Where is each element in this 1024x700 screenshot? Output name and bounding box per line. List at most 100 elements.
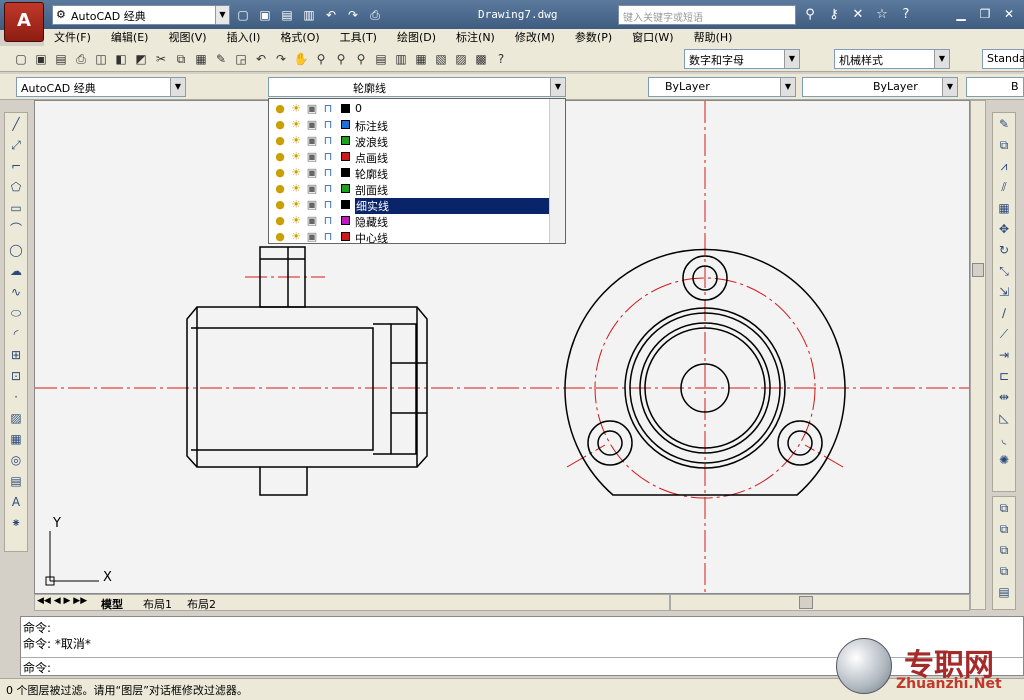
mirror-icon[interactable]: ⩘ xyxy=(994,156,1014,176)
text-front-icon[interactable]: ▤ xyxy=(994,582,1014,602)
menu-window[interactable]: 窗口(W) xyxy=(622,29,683,46)
lock-icon[interactable]: ⊓ xyxy=(321,118,335,132)
vertical-scrollbar[interactable] xyxy=(970,100,986,610)
table-style-select[interactable]: Standa xyxy=(982,49,1024,69)
sun-icon[interactable]: ☀ xyxy=(289,102,303,116)
gradient-icon[interactable]: ▦ xyxy=(6,429,26,449)
horizontal-scrollbar[interactable] xyxy=(670,594,970,611)
rectangle-icon[interactable]: ▭ xyxy=(6,198,26,218)
help-icon[interactable]: ? xyxy=(896,6,916,24)
layer-row[interactable]: ● ☀ ▣ ⊓ 波浪线 xyxy=(269,133,549,149)
region-icon[interactable]: ◎ xyxy=(6,450,26,470)
lock-icon[interactable]: ⊓ xyxy=(321,214,335,228)
tool-palettes-icon[interactable]: ▦ xyxy=(412,50,430,68)
mtext-icon[interactable]: A xyxy=(6,492,26,512)
lightbulb-icon[interactable]: ● xyxy=(273,150,287,164)
autocad-logo[interactable]: A xyxy=(4,2,44,42)
command-prompt[interactable]: 命令: xyxy=(23,659,51,676)
join-icon[interactable]: ⇹ xyxy=(994,387,1014,407)
menu-edit[interactable]: 编辑(E) xyxy=(101,29,159,46)
array-icon[interactable]: ▦ xyxy=(994,198,1014,218)
markup-icon[interactable]: ▨ xyxy=(452,50,470,68)
menu-modify[interactable]: 修改(M) xyxy=(505,29,565,46)
layer-row[interactable]: ● ☀ ▣ ⊓ 标注线 xyxy=(269,117,549,133)
tab-layout1[interactable]: 布局1 xyxy=(139,596,176,612)
text-style-select[interactable]: 数字和字母 ▼ xyxy=(684,49,800,69)
new-file-icon[interactable]: ▢ xyxy=(234,6,252,24)
layer-row[interactable]: ● ☀ ▣ ⊓ 隐藏线 xyxy=(269,213,549,229)
preview-icon[interactable]: ◫ xyxy=(92,50,110,68)
copy-icon[interactable]: ⧉ xyxy=(172,50,190,68)
lock-icon[interactable]: ⊓ xyxy=(321,182,335,196)
save-icon[interactable]: ▤ xyxy=(52,50,70,68)
layer-row[interactable]: ● ☀ ▣ ⊓ 轮廓线 xyxy=(269,165,549,181)
sun-icon[interactable]: ☀ xyxy=(289,134,303,148)
help-icon[interactable]: ? xyxy=(492,50,510,68)
make-block-icon[interactable]: ⊡ xyxy=(6,366,26,386)
table-icon[interactable]: ▤ xyxy=(6,471,26,491)
save-as-icon[interactable]: ▥ xyxy=(300,6,318,24)
viewport-freeze-icon[interactable]: ▣ xyxy=(305,198,319,212)
color-select[interactable]: ByLayer ▼ xyxy=(648,77,796,97)
linetype-select[interactable]: ByLayer ▼ xyxy=(802,77,958,97)
layer-row[interactable]: ● ☀ ▣ ⊓ 点画线 xyxy=(269,149,549,165)
viewport-freeze-icon[interactable]: ▣ xyxy=(305,118,319,132)
construction-line-icon[interactable]: ⤢ xyxy=(6,135,26,155)
viewport-freeze-icon[interactable]: ▣ xyxy=(305,230,319,244)
sun-icon[interactable]: ☀ xyxy=(289,118,303,132)
revision-cloud-icon[interactable]: ☁ xyxy=(6,261,26,281)
menu-draw[interactable]: 绘图(D) xyxy=(387,29,446,46)
properties-icon[interactable]: ▤ xyxy=(372,50,390,68)
workspace-switcher[interactable]: ⚙ AutoCAD 经典 ▼ xyxy=(52,5,230,25)
match-properties-icon[interactable]: ✎ xyxy=(212,50,230,68)
lineweight-select[interactable]: B xyxy=(966,77,1024,97)
lock-icon[interactable]: ⊓ xyxy=(321,102,335,116)
lightbulb-icon[interactable]: ● xyxy=(273,198,287,212)
lock-icon[interactable]: ⊓ xyxy=(321,150,335,164)
layer-row[interactable]: ● ☀ ▣ ⊓ 细实线 xyxy=(269,197,549,214)
lightbulb-icon[interactable]: ● xyxy=(273,230,287,244)
pan-icon[interactable]: ✋ xyxy=(292,50,310,68)
ellipse-icon[interactable]: ⬭ xyxy=(6,303,26,323)
open-icon[interactable]: ▣ xyxy=(32,50,50,68)
paste-icon[interactable]: ▦ xyxy=(192,50,210,68)
close-icon[interactable]: ✕ xyxy=(998,4,1020,24)
menu-dimension[interactable]: 标注(N) xyxy=(446,29,505,46)
layer-row[interactable]: ● ☀ ▣ ⊓ 0 xyxy=(269,101,549,117)
open-file-icon[interactable]: ▣ xyxy=(256,6,274,24)
viewport-freeze-icon[interactable]: ▣ xyxy=(305,150,319,164)
block-editor-icon[interactable]: ◲ xyxy=(232,50,250,68)
hscroll-thumb[interactable] xyxy=(799,596,813,609)
extend-icon[interactable]: ⟋ xyxy=(994,324,1014,344)
viewport-freeze-icon[interactable]: ▣ xyxy=(305,102,319,116)
search-input[interactable]: 键入关键字或短语 xyxy=(618,5,796,25)
dim-style-select[interactable]: 机械样式 ▼ xyxy=(834,49,950,69)
insert-block-icon[interactable]: ⊞ xyxy=(6,345,26,365)
sun-icon[interactable]: ☀ xyxy=(289,230,303,244)
key-icon[interactable]: ⚷ xyxy=(824,6,844,24)
zoom-window-icon[interactable]: ⚲ xyxy=(332,50,350,68)
binoculars-icon[interactable]: ⚲ xyxy=(800,6,820,24)
menu-file[interactable]: 文件(F) xyxy=(44,29,101,46)
lightbulb-icon[interactable]: ● xyxy=(273,134,287,148)
layer-row[interactable]: ● ☀ ▣ ⊓ 中心线 xyxy=(269,229,549,245)
copy-object-icon[interactable]: ⧉ xyxy=(994,135,1014,155)
lightbulb-icon[interactable]: ● xyxy=(273,214,287,228)
menu-help[interactable]: 帮助(H) xyxy=(684,29,743,46)
zoom-realtime-icon[interactable]: ⚲ xyxy=(312,50,330,68)
lock-icon[interactable]: ⊓ xyxy=(321,198,335,212)
print-icon[interactable]: ⎙ xyxy=(366,6,384,24)
zoom-previous-icon[interactable]: ⚲ xyxy=(352,50,370,68)
bring-front-icon[interactable]: ⧉ xyxy=(994,498,1014,518)
menu-parametric[interactable]: 参数(P) xyxy=(565,29,622,46)
polyline-icon[interactable]: ⌐ xyxy=(6,156,26,176)
viewport-freeze-icon[interactable]: ▣ xyxy=(305,134,319,148)
sun-icon[interactable]: ☀ xyxy=(289,198,303,212)
lock-icon[interactable]: ⊓ xyxy=(321,230,335,244)
menu-view[interactable]: 视图(V) xyxy=(158,29,216,46)
break-icon[interactable]: ⊏ xyxy=(994,366,1014,386)
lightbulb-icon[interactable]: ● xyxy=(273,166,287,180)
menu-tools[interactable]: 工具(T) xyxy=(330,29,387,46)
chamfer-icon[interactable]: ◺ xyxy=(994,408,1014,428)
redo-icon[interactable]: ↷ xyxy=(344,6,362,24)
